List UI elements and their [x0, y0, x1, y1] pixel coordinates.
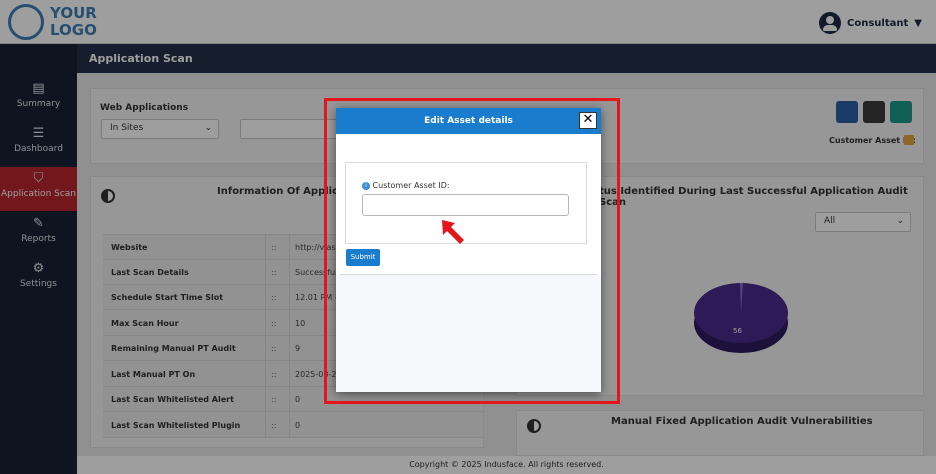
highlight-box	[324, 98, 620, 404]
pointer-arrow-icon	[442, 220, 464, 244]
